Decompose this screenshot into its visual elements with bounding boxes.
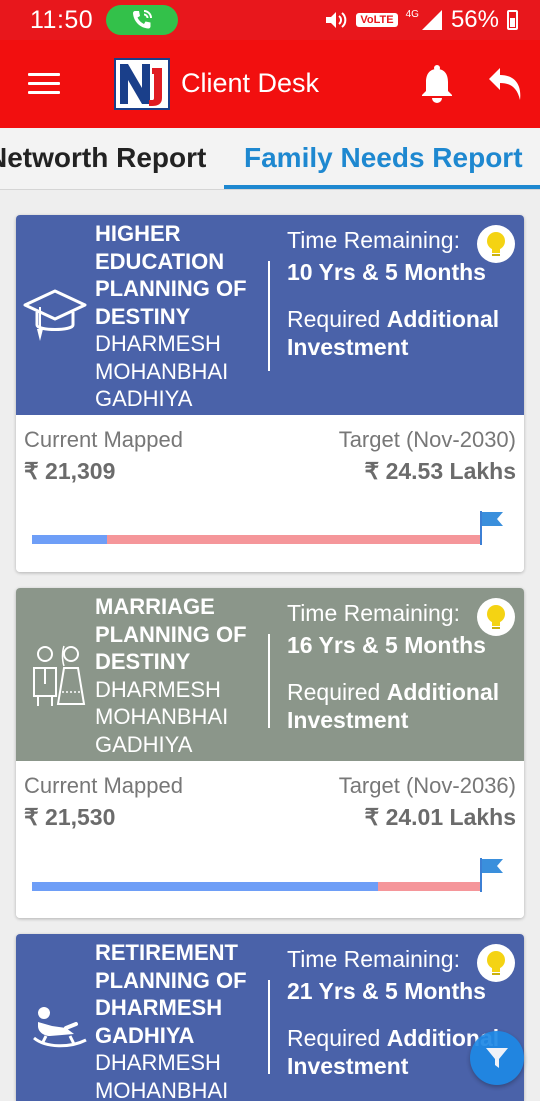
goal-person: DHARMESH MOHANBHAI [95, 1050, 229, 1101]
app-logo [114, 58, 170, 110]
back-arrow-icon[interactable] [486, 64, 526, 104]
current-mapped-label: Current Mapped [24, 773, 183, 798]
battery-percent: 56% [450, 6, 499, 33]
required-investment-label: Required Additional Investment [287, 679, 500, 733]
time-remaining-label: Time Remaining: [287, 600, 460, 626]
tab-networth-report[interactable]: Networth Report [0, 142, 206, 174]
goal-progress-bar [32, 535, 480, 544]
goal-card[interactable]: RETIREMENT PLANNING OF DHARMESH GADHIYA … [16, 934, 524, 1101]
tip-bulb-icon[interactable] [477, 598, 515, 636]
rocking-chair-icon [33, 1007, 87, 1048]
tab-networth-label: Networth Report [0, 142, 207, 173]
volume-icon [326, 12, 347, 28]
required-investment-label: Required Additional Investment [287, 306, 500, 360]
time-remaining-value: 21 Yrs & 5 Months [287, 978, 486, 1004]
filter-icon [486, 1048, 508, 1068]
status-time: 11:50 [30, 6, 94, 34]
target-flag-icon [480, 511, 503, 545]
goal-card-body: Current Mapped ₹ 21,530 Target (Nov-2036… [16, 761, 524, 918]
network-type: 4G [405, 8, 419, 20]
target-value: ₹ 24.01 Lakhs [364, 804, 516, 830]
tab-selected-indicator [224, 185, 540, 189]
current-mapped-label: Current Mapped [24, 427, 183, 452]
status-bar: 11:50 VoLTE 4G 56% [0, 0, 540, 40]
app-bar: Client Desk [0, 40, 540, 128]
status-icons: VoLTE 4G 56% [324, 5, 518, 35]
time-remaining-label: Time Remaining: [287, 227, 460, 253]
goal-person: DHARMESH MOHANBHAI GADHIYA [95, 331, 229, 411]
app-title: Client Desk [181, 68, 320, 98]
target-value: ₹ 24.53 Lakhs [364, 458, 516, 484]
tip-bulb-icon[interactable] [477, 225, 515, 263]
tip-bulb-icon[interactable] [477, 944, 515, 982]
ongoing-call-indicator[interactable] [106, 5, 178, 35]
volte-badge: VoLTE [356, 13, 398, 27]
goal-card[interactable]: MARRIAGE PLANNING OF DESTINY DHARMESH MO… [16, 588, 524, 918]
goal-person: DHARMESH MOHANBHAI GADHIYA [95, 676, 229, 757]
current-mapped-value: ₹ 21,530 [24, 804, 116, 830]
signal-icon [421, 10, 442, 30]
battery-icon [507, 10, 518, 30]
header-divider [268, 261, 270, 371]
target-label: Target (Nov-2030) [338, 427, 516, 452]
filter-button[interactable] [470, 1031, 524, 1085]
goal-card-body: Current Mapped ₹ 21,309 Target (Nov-2030… [16, 415, 524, 572]
time-remaining-value: 16 Yrs & 5 Months [287, 632, 486, 658]
goal-card-header: MARRIAGE PLANNING OF DESTINY DHARMESH MO… [16, 588, 524, 761]
goal-card[interactable]: HIGHER EDUCATION PLANNING OF DESTINY DHA… [16, 215, 524, 572]
graduation-cap-icon [23, 289, 87, 341]
goal-title: MARRIAGE PLANNING OF DESTINY DHARMESH MO… [95, 593, 265, 758]
time-remaining-value: 10 Yrs & 5 Months [287, 259, 486, 285]
goal-card-header: RETIREMENT PLANNING OF DHARMESH GADHIYA … [16, 934, 524, 1101]
current-mapped-value: ₹ 21,309 [24, 458, 116, 484]
header-divider [268, 980, 270, 1074]
goal-progress-fill [32, 535, 108, 544]
tab-family-needs-report[interactable]: Family Needs Report [244, 142, 523, 174]
target-flag-icon [480, 858, 503, 892]
report-tabs: Networth Report Family Needs Report [0, 128, 540, 190]
goal-progress-bar [32, 882, 480, 891]
header-divider [268, 634, 270, 728]
time-remaining-label: Time Remaining: [287, 946, 460, 972]
goal-card-header: HIGHER EDUCATION PLANNING OF DESTINY DHA… [16, 215, 524, 415]
goal-progress-fill [32, 882, 378, 891]
menu-icon[interactable] [28, 73, 60, 95]
goal-title: RETIREMENT PLANNING OF DHARMESH GADHIYA … [95, 939, 265, 1101]
goal-title: HIGHER EDUCATION PLANNING OF DESTINY DHA… [95, 220, 265, 413]
wedding-couple-icon [33, 645, 86, 706]
phone-call-icon [133, 10, 152, 29]
notification-bell-icon[interactable] [419, 64, 455, 104]
target-label: Target (Nov-2036) [338, 773, 516, 798]
